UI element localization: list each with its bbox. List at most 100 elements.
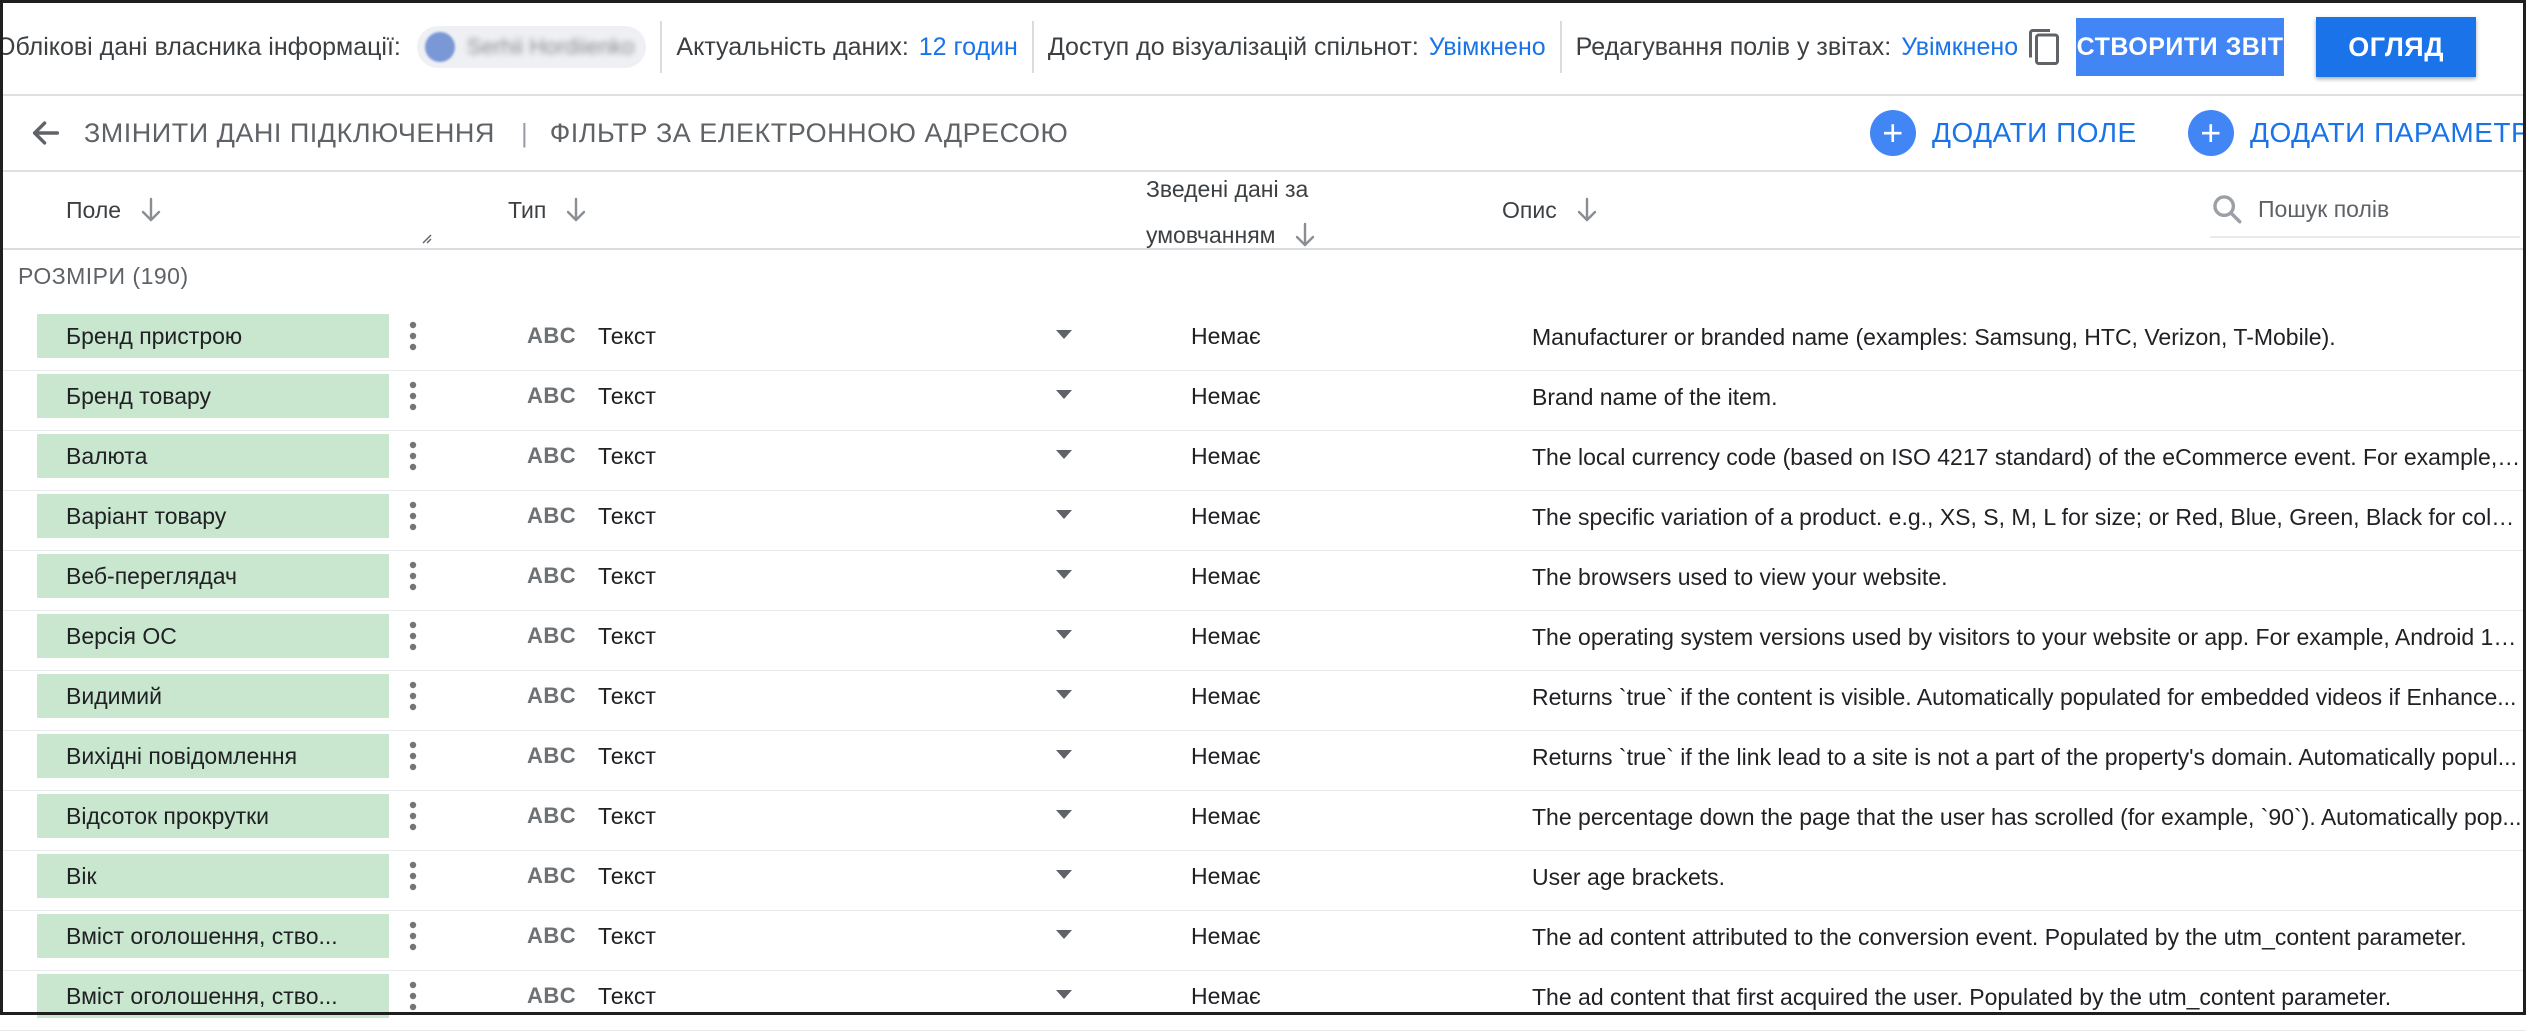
data-freshness-link[interactable]: 12 годин — [919, 33, 1018, 62]
default-aggregation: Немає — [1191, 443, 1261, 469]
field-description: The ad content attributed to the convers… — [1532, 924, 2467, 950]
action-bar: ЗМІНИТИ ДАНІ ПІДКЛЮЧЕННЯ | ФІЛЬТР ЗА ЕЛЕ… — [0, 96, 2526, 170]
table-row[interactable]: Валюта ABC Текст Немає The local currenc… — [0, 431, 2526, 491]
more-vert-icon[interactable] — [401, 437, 425, 475]
field-name: Версія ОС — [66, 622, 177, 649]
default-aggregation: Немає — [1191, 743, 1261, 769]
add-parameter-label: ДОДАТИ ПАРАМЕТР — [2250, 117, 2526, 148]
table-row[interactable]: Вміст оголошення, ство... ABC Текст Нема… — [0, 971, 2526, 1031]
dropdown-caret-icon[interactable] — [1054, 327, 1074, 341]
table-row[interactable]: Вміст оголошення, ство... ABC Текст Нема… — [0, 911, 2526, 971]
add-field-button[interactable]: + ДОДАТИ ПОЛЕ — [1870, 110, 2137, 156]
text-type-icon: ABC — [527, 683, 577, 708]
dropdown-caret-icon[interactable] — [1054, 747, 1074, 761]
field-type: Текст — [598, 443, 656, 469]
field-name-chip[interactable]: Вміст оголошення, ство... — [37, 974, 389, 1018]
field-editing-link[interactable]: Увімкнено — [1901, 33, 2018, 62]
table-row[interactable]: Бренд пристрою ABC Текст Немає Manufactu… — [0, 311, 2526, 371]
field-name-chip[interactable]: Вихідні повідомлення — [37, 734, 389, 778]
more-vert-icon[interactable] — [401, 917, 425, 955]
field-description: The percentage down the page that the us… — [1532, 804, 2522, 830]
more-vert-icon[interactable] — [401, 797, 425, 835]
sort-arrow-icon[interactable] — [564, 196, 588, 224]
field-name-chip[interactable]: Відсоток прокрутки — [37, 794, 389, 838]
edit-connection-link[interactable]: ЗМІНИТИ ДАНІ ПІДКЛЮЧЕННЯ — [84, 118, 495, 149]
field-description: The operating system versions used by vi… — [1532, 624, 2522, 650]
dropdown-caret-icon[interactable] — [1054, 627, 1074, 641]
dropdown-caret-icon[interactable] — [1054, 447, 1074, 461]
dropdown-caret-icon[interactable] — [1054, 507, 1074, 521]
field-type: Текст — [598, 323, 656, 349]
dropdown-caret-icon[interactable] — [1054, 687, 1074, 701]
table-row[interactable]: Бренд товару ABC Текст Немає Brand name … — [0, 371, 2526, 431]
more-vert-icon[interactable] — [401, 977, 425, 1015]
text-type-icon: ABC — [527, 743, 577, 768]
more-vert-icon[interactable] — [401, 377, 425, 415]
field-name: Бренд товару — [66, 382, 212, 409]
copy-icon[interactable] — [2024, 19, 2064, 75]
text-type-icon: ABC — [527, 623, 577, 648]
field-name-chip[interactable]: Варіант товару — [37, 494, 389, 538]
field-type: Текст — [598, 623, 656, 649]
more-vert-icon[interactable] — [401, 677, 425, 715]
default-aggregation: Немає — [1191, 983, 1261, 1009]
more-vert-icon[interactable] — [401, 857, 425, 895]
table-row[interactable]: Вихідні повідомлення ABC Текст Немає Ret… — [0, 731, 2526, 791]
default-aggregation: Немає — [1191, 683, 1261, 709]
column-description[interactable]: Опис — [1502, 196, 1599, 224]
column-resize-handle[interactable] — [420, 232, 432, 244]
table-row[interactable]: Вік ABC Текст Немає User age brackets. — [0, 851, 2526, 911]
view-button[interactable]: ОГЛЯД — [2316, 17, 2477, 77]
field-name-chip[interactable]: Бренд пристрою — [37, 314, 389, 358]
dropdown-caret-icon[interactable] — [1054, 387, 1074, 401]
field-type: Текст — [598, 503, 656, 529]
field-name: Веб-переглядач — [66, 562, 237, 589]
avatar — [424, 32, 455, 62]
dropdown-caret-icon[interactable] — [1054, 807, 1074, 821]
community-access: Доступ до візуалізацій спільнот: Увімкне… — [1034, 0, 1560, 94]
dropdown-caret-icon[interactable] — [1054, 987, 1074, 1001]
dropdown-caret-icon[interactable] — [1054, 867, 1074, 881]
default-aggregation: Немає — [1191, 803, 1261, 829]
sort-arrow-icon[interactable] — [139, 196, 163, 224]
owner-name: Serhii Hordiienko — [466, 34, 635, 59]
field-name-chip[interactable]: Вік — [37, 854, 389, 898]
field-name-chip[interactable]: Бренд товару — [37, 374, 389, 418]
text-type-icon: ABC — [527, 983, 577, 1008]
community-access-link[interactable]: Увімкнено — [1429, 33, 1546, 62]
dropdown-caret-icon[interactable] — [1054, 567, 1074, 581]
add-parameter-button[interactable]: + ДОДАТИ ПАРАМЕТР — [2188, 110, 2526, 156]
fields-table: Бренд пристрою ABC Текст Немає Manufactu… — [0, 311, 2526, 1031]
default-aggregation: Немає — [1191, 383, 1261, 409]
table-row[interactable]: Версія ОС ABC Текст Немає The operating … — [0, 611, 2526, 671]
table-row[interactable]: Веб-переглядач ABC Текст Немає The brows… — [0, 551, 2526, 611]
dimensions-section-title: РОЗМІРИ (190) — [18, 263, 189, 289]
email-filter-link[interactable]: ФІЛЬТР ЗА ЕЛЕКТРОННОЮ АДРЕСОЮ — [550, 118, 1069, 149]
field-type: Текст — [598, 803, 656, 829]
back-arrow-icon[interactable] — [22, 109, 70, 157]
more-vert-icon[interactable] — [401, 317, 425, 355]
field-description: Brand name of the item. — [1532, 384, 1778, 410]
table-row[interactable]: Видимий ABC Текст Немає Returns `true` i… — [0, 671, 2526, 731]
field-name-chip[interactable]: Видимий — [37, 674, 389, 718]
column-field[interactable]: Поле — [66, 196, 163, 224]
sort-arrow-icon[interactable] — [1293, 221, 1317, 249]
owner-chip[interactable]: Serhii Hordiienko — [416, 26, 647, 68]
column-aggregation[interactable]: Зведені дані за умовчанням — [1146, 166, 1317, 258]
more-vert-icon[interactable] — [401, 557, 425, 595]
field-name-chip[interactable]: Валюта — [37, 434, 389, 478]
search-input[interactable] — [2256, 194, 2490, 224]
more-vert-icon[interactable] — [401, 497, 425, 535]
create-report-button[interactable]: СТВОРИТИ ЗВІТ — [2076, 18, 2285, 76]
field-name-chip[interactable]: Версія ОС — [37, 614, 389, 658]
more-vert-icon[interactable] — [401, 617, 425, 655]
table-row[interactable]: Варіант товару ABC Текст Немає The speci… — [0, 491, 2526, 551]
field-type: Текст — [598, 923, 656, 949]
sort-arrow-icon[interactable] — [1575, 196, 1599, 224]
table-row[interactable]: Відсоток прокрутки ABC Текст Немає The p… — [0, 791, 2526, 851]
dropdown-caret-icon[interactable] — [1054, 927, 1074, 941]
column-type[interactable]: Тип — [508, 196, 588, 224]
more-vert-icon[interactable] — [401, 737, 425, 775]
field-name-chip[interactable]: Вміст оголошення, ство... — [37, 914, 389, 958]
field-name-chip[interactable]: Веб-переглядач — [37, 554, 389, 598]
